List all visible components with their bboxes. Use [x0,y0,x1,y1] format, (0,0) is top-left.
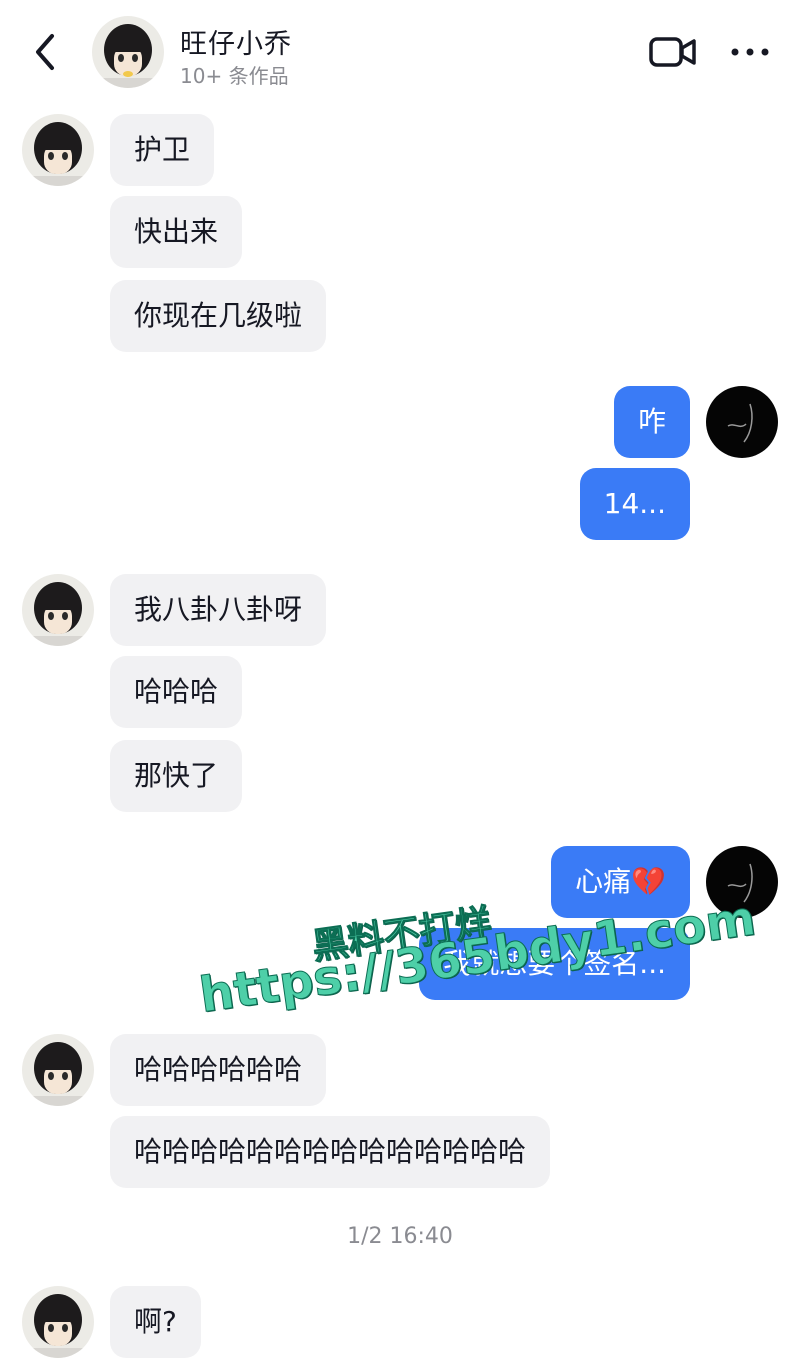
contact-avatar[interactable] [22,574,94,646]
chat-header: 旺仔小乔 10+ 条作品 [0,0,800,100]
chevron-left-icon [36,34,54,70]
incoming-message[interactable]: 快出来 [110,196,243,268]
my-avatar[interactable] [706,386,778,458]
girl-avatar-icon [92,16,164,88]
chat-timestamp: 1/2 16:40 [347,1224,453,1249]
contact-avatar[interactable] [22,1034,94,1106]
incoming-message[interactable]: 哈哈哈 [110,656,243,728]
contact-avatar[interactable] [22,1286,94,1358]
more-dots-icon [731,48,769,56]
incoming-message[interactable]: 啊? [110,1286,201,1358]
incoming-message[interactable]: 护卫 [110,114,215,186]
more-options-button[interactable] [728,42,772,62]
dark-avatar-icon [706,846,778,918]
girl-avatar-icon [22,1286,94,1358]
contact-avatar[interactable] [22,114,94,186]
video-camera-icon [649,37,696,67]
video-call-button[interactable] [648,34,698,70]
girl-avatar-icon [22,574,94,646]
back-button[interactable] [28,30,62,74]
incoming-message[interactable]: 我八卦八卦呀 [110,574,327,646]
girl-avatar-icon [22,114,94,186]
my-avatar[interactable] [706,846,778,918]
incoming-message[interactable]: 那快了 [110,740,243,812]
girl-avatar-icon [22,1034,94,1106]
incoming-message[interactable]: 哈哈哈哈哈哈哈哈哈哈哈哈哈哈 [110,1116,551,1188]
dark-avatar-icon [706,386,778,458]
outgoing-message[interactable]: 咋 [613,386,690,458]
contact-works-count: 10+ 条作品 [180,64,289,88]
incoming-message[interactable]: 哈哈哈哈哈哈 [110,1034,327,1106]
outgoing-message[interactable]: 心痛💔 [551,846,690,918]
incoming-message[interactable]: 你现在几级啦 [110,280,327,352]
contact-name[interactable]: 旺仔小乔 [180,22,292,61]
contact-avatar[interactable] [92,16,164,88]
outgoing-message[interactable]: 我就想要个签名... [419,928,690,1000]
outgoing-message[interactable]: 14... [579,468,690,540]
